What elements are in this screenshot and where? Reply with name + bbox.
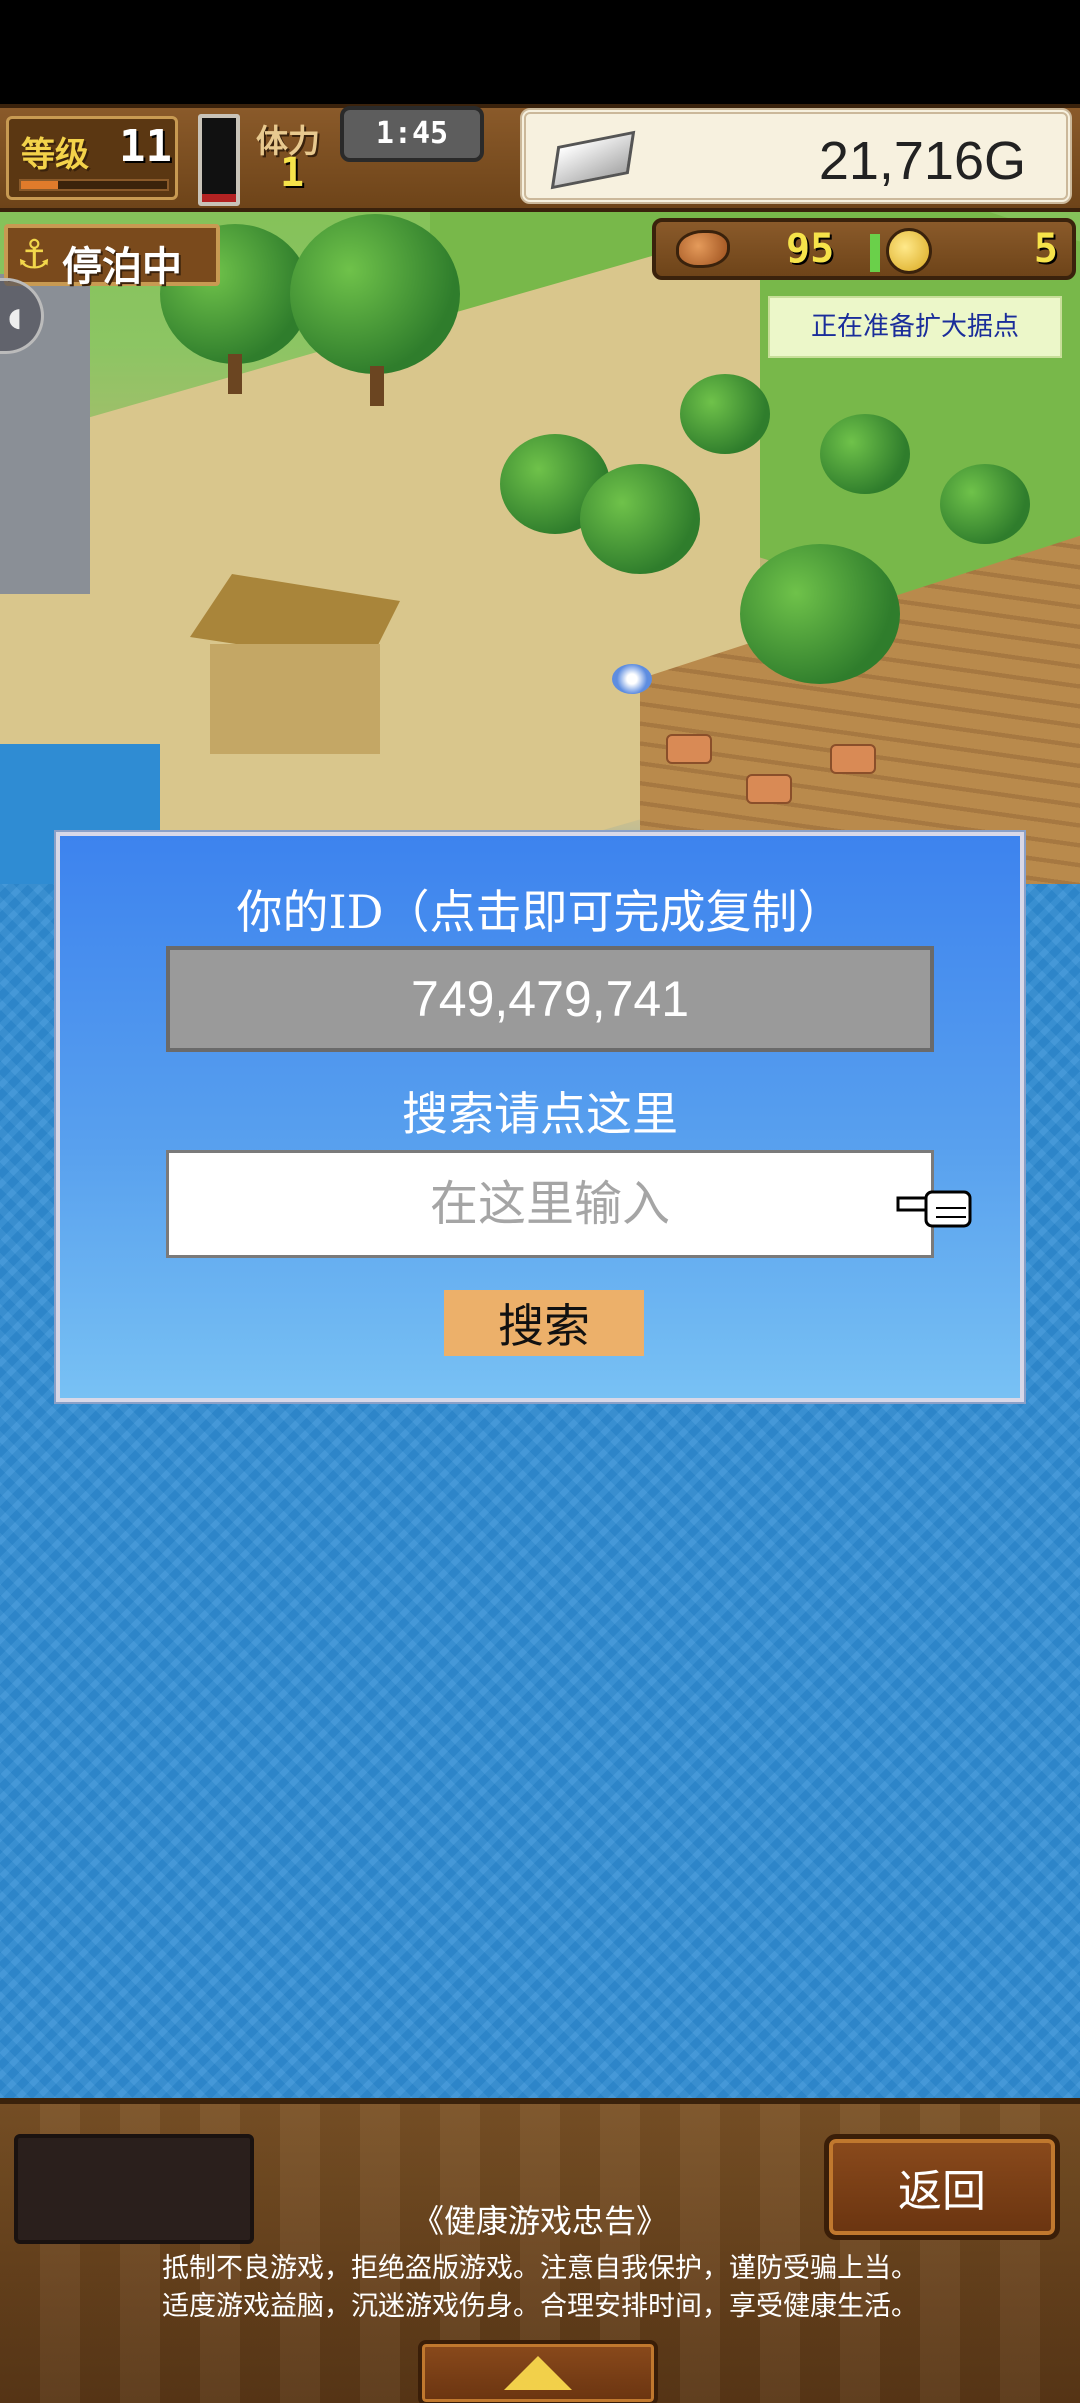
resource-bar[interactable]: 95 5 [652, 218, 1076, 280]
docked-label: 停泊中 [62, 244, 182, 290]
tree [680, 374, 770, 454]
docked-status-badge[interactable]: ⚓ 停泊中 [4, 224, 220, 290]
coin-value: 5 [1033, 226, 1058, 272]
side-tab-icon: ◖ [8, 303, 22, 333]
money-value: 21,716G [818, 131, 1026, 191]
pointing-hand-icon [896, 1190, 972, 1228]
anchor-icon: ⚓ [16, 232, 52, 278]
blue-flowers [612, 664, 652, 694]
food-value: 95 [786, 226, 835, 272]
cargo-crate [666, 734, 712, 764]
tree [740, 544, 900, 684]
search-button[interactable]: 搜索 [444, 1290, 644, 1356]
user-id-copy-box[interactable]: 749,479,741 [166, 946, 934, 1052]
level-label: 等级 [21, 135, 89, 175]
stamina-timer: 1:45 [340, 106, 484, 162]
exp-bar [19, 179, 169, 191]
search-title: 搜索请点这里 [402, 1087, 678, 1141]
food-icon [676, 230, 730, 268]
village-house[interactable] [190, 574, 400, 764]
stamina-fill [202, 193, 236, 202]
money-panel[interactable]: 21,716G [520, 108, 1072, 204]
search-dialog: 你的ID（点击即可完成复制） 749,479,741 搜索请点这里 搜索 [56, 832, 1024, 1402]
cargo-crate [746, 774, 792, 804]
tree [940, 464, 1030, 544]
level-value: 11 [119, 121, 172, 172]
coin-icon [886, 228, 932, 274]
bottom-panel: 返回 《健康游戏忠告》 抵制不良游戏，拒绝盗版游戏。注意自我保护，谨防受骗上当。… [0, 2098, 1080, 2403]
health-advice-line-2: 适度游戏益脑，沉迷游戏伤身。合理安排时间，享受健康生活。 [162, 2291, 918, 2322]
health-advice-line-1: 抵制不良游戏，拒绝盗版游戏。注意自我保护，谨防受骗上当。 [162, 2253, 918, 2284]
expansion-notice[interactable]: 正在准备扩大据点 [768, 296, 1062, 358]
expand-menu-button[interactable] [418, 2340, 658, 2403]
cargo-crate [830, 744, 876, 774]
up-arrow-icon [504, 2356, 572, 2390]
food-gauge [870, 234, 880, 272]
search-input[interactable] [166, 1150, 934, 1258]
tree-trunk [228, 354, 242, 394]
tree [820, 414, 910, 494]
stamina-gauge [198, 114, 240, 206]
stamina-value: 1 [280, 150, 305, 196]
house-body [210, 644, 380, 754]
silver-ingot-icon [550, 130, 636, 190]
health-advice-title: 《健康游戏忠告》 [411, 2202, 668, 2240]
tree [290, 214, 460, 374]
exp-fill [21, 181, 58, 189]
tree-trunk [370, 366, 384, 406]
tree [580, 464, 700, 574]
level-panel: 等级 11 [6, 116, 178, 200]
status-bar-area [0, 0, 1080, 104]
your-id-title: 你的ID（点击即可完成复制） [236, 885, 844, 939]
